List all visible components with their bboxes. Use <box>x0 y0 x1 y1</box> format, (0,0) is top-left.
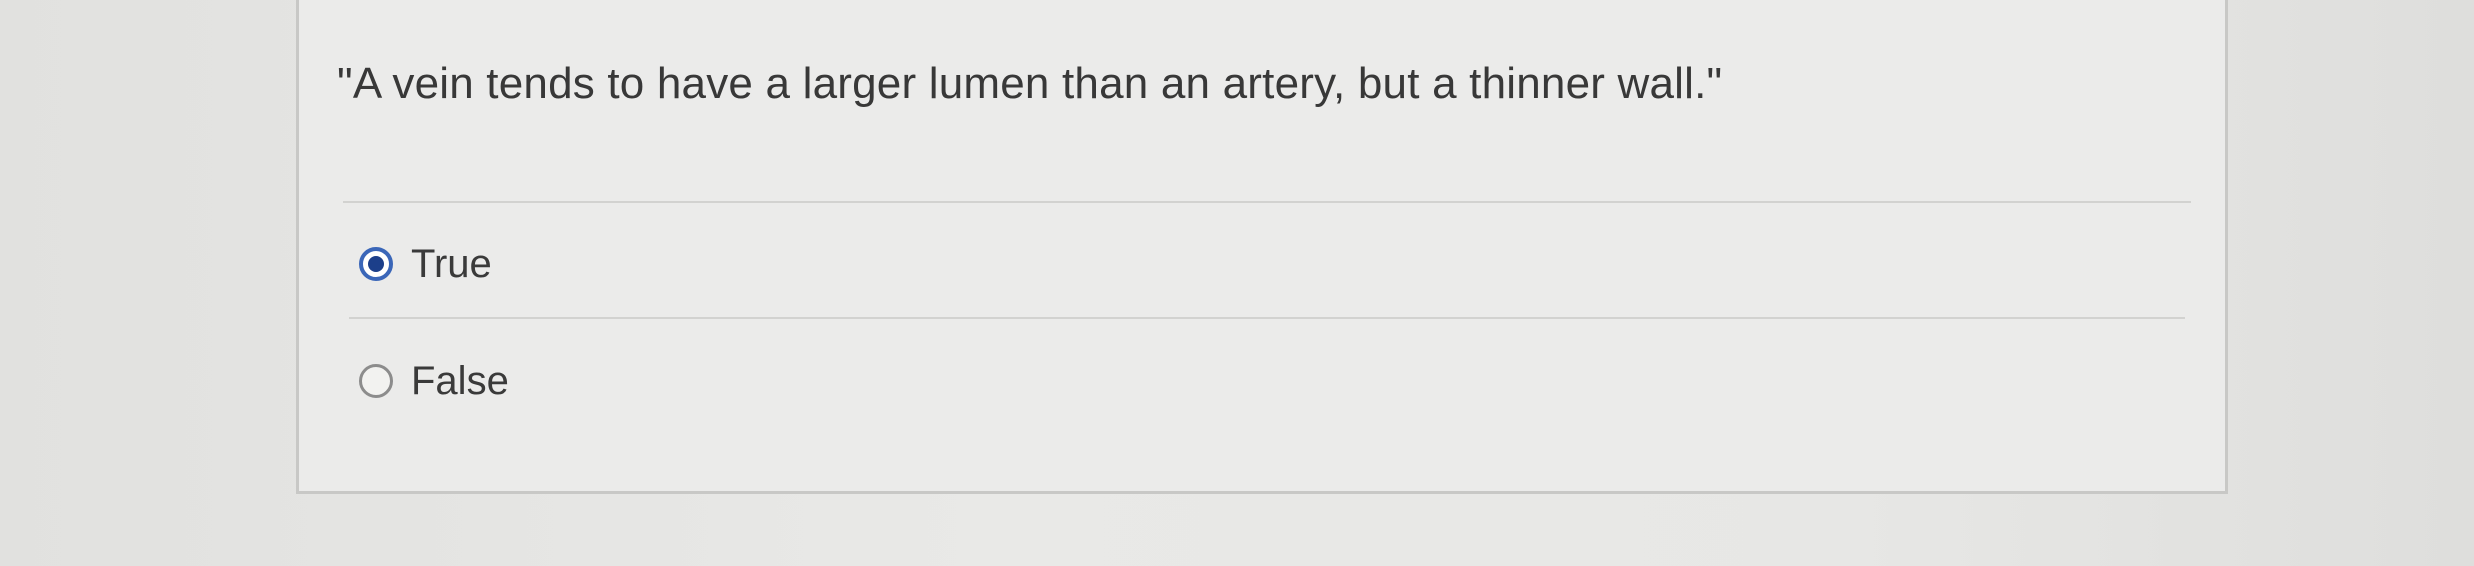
option-false[interactable]: False <box>359 356 509 406</box>
option-true[interactable]: True <box>359 239 492 289</box>
question-text: "A vein tends to have a larger lumen tha… <box>337 59 1723 108</box>
option-label: True <box>411 241 492 286</box>
radio-unselected-icon[interactable] <box>359 364 393 398</box>
divider <box>343 201 2191 203</box>
option-label: False <box>411 358 509 403</box>
radio-selected-icon[interactable] <box>359 247 393 281</box>
divider <box>349 317 2185 319</box>
question-card: "A vein tends to have a larger lumen tha… <box>296 0 2228 494</box>
